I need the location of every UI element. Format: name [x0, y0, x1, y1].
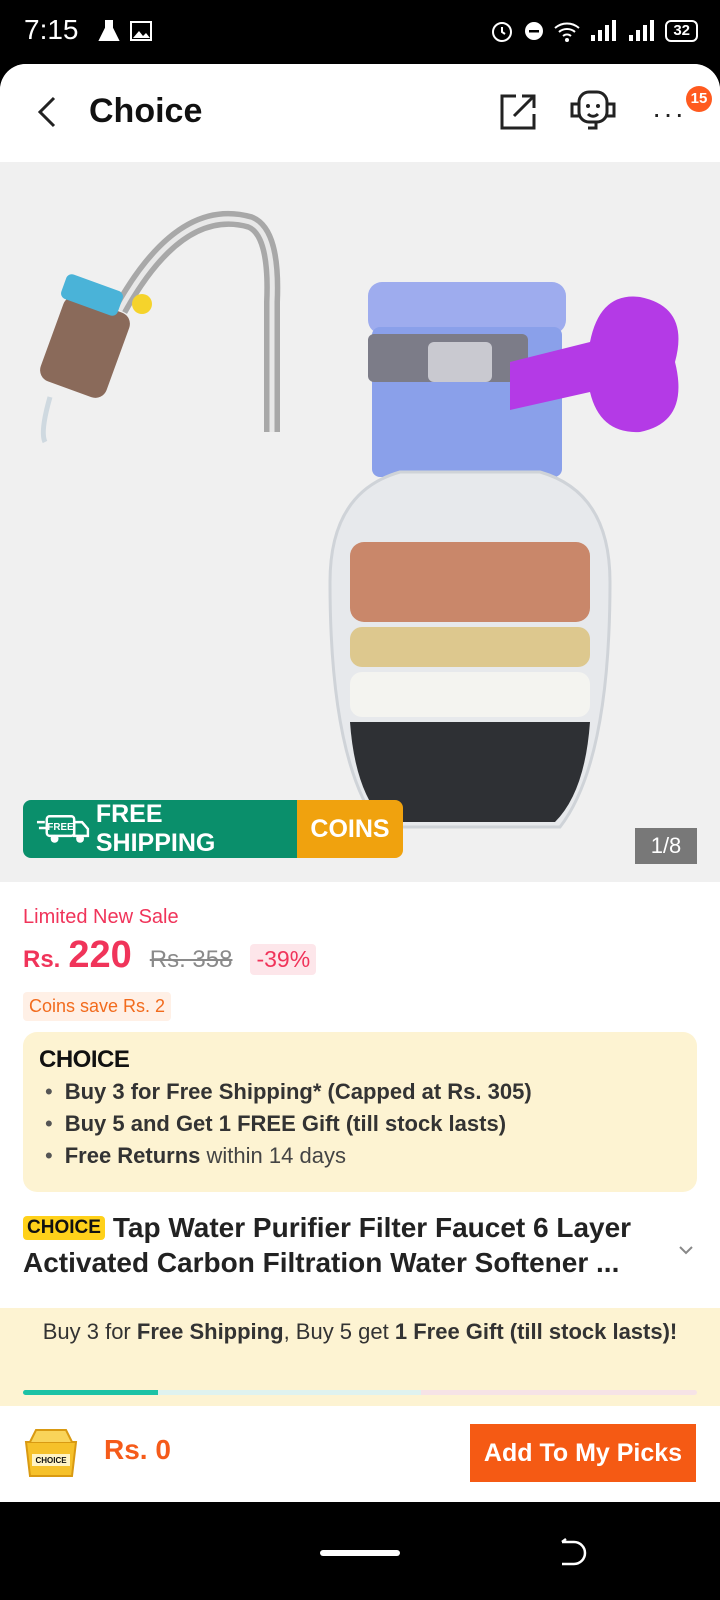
cart-total: Rs. 0 — [104, 1434, 171, 1465]
page-title: Choice — [89, 92, 203, 130]
bottom-action-bar: CHOICE Rs. 0 Add To My Picks — [0, 1406, 720, 1502]
product-title-text: Tap Water Purifier Filter Faucet 6 Layer… — [23, 1212, 632, 1278]
system-nav-bar — [0, 1502, 720, 1600]
status-notification-icons — [96, 18, 154, 44]
notification-badge: 15 — [686, 86, 712, 112]
flask-icon — [98, 20, 120, 41]
cart-choice-label: CHOICE — [35, 1456, 67, 1465]
status-bar: 7:15 32 — [0, 0, 720, 64]
signal-icon-2 — [629, 20, 655, 41]
free-tag-text: FREE — [47, 822, 74, 833]
product-image-carousel[interactable]: FREE FREE SHIPPING COINS 1/8 — [0, 162, 720, 882]
wifi-icon — [554, 22, 580, 42]
benefit-free-returns: Free Returns within 14 days — [45, 1140, 532, 1172]
signal-icon-1 — [591, 20, 617, 41]
top-app-bar: Choice ··· 15 — [0, 64, 720, 162]
choice-tag: CHOICE — [23, 1216, 105, 1240]
product-title: CHOICE Tap Water Purifier Filter Faucet 6… — [23, 1210, 663, 1280]
image-icon — [130, 21, 152, 41]
promo-text: Buy 3 for Free Shipping, Buy 5 get 1 Fre… — [42, 1319, 678, 1344]
share-icon[interactable] — [496, 90, 540, 134]
choice-cart-icon[interactable]: CHOICE — [22, 1426, 80, 1482]
alarm-icon — [492, 22, 513, 42]
promo-progress-bar — [23, 1390, 697, 1395]
product-image — [40, 210, 679, 829]
benefit-free-shipping: Buy 3 for Free Shipping* (Capped at Rs. … — [45, 1076, 532, 1108]
benefit-free-gift: Buy 5 and Get 1 FREE Gift (till stock la… — [45, 1108, 532, 1140]
app-screen: Choice ··· 15 FREE FREE SHIPPING COINS 1… — [0, 64, 720, 1502]
customer-service-icon[interactable] — [566, 86, 620, 136]
status-time: 7:15 — [24, 14, 79, 45]
chevron-down-icon[interactable] — [676, 1240, 696, 1260]
home-gesture-pill[interactable] — [320, 1550, 400, 1556]
discount-badge: -39% — [250, 944, 317, 975]
progress-fill — [23, 1390, 158, 1395]
battery-indicator: 32 — [665, 20, 698, 42]
delivery-truck-icon: FREE — [36, 815, 90, 843]
price-row: Rs. 220 Rs. 358 -39% — [23, 934, 317, 977]
sale-label: Limited New Sale — [23, 906, 179, 928]
free-shipping-text: FREE SHIPPING — [95, 800, 216, 857]
original-price: Rs. 358 — [149, 946, 233, 973]
coins-save-badge: Coins save Rs. 2 — [23, 992, 172, 1021]
image-counter: 1/8 — [635, 828, 697, 864]
back-gesture-icon[interactable] — [556, 1536, 590, 1570]
add-to-my-picks-button[interactable]: Add To My Picks — [470, 1424, 696, 1482]
coins-badge: COINS — [297, 800, 403, 858]
choice-logo: CHOICE — [39, 1046, 130, 1073]
current-price: 220 — [68, 934, 132, 976]
free-shipping-coins-banner: FREE FREE SHIPPING COINS — [23, 800, 403, 858]
status-system-icons: 32 — [489, 18, 698, 44]
choice-benefits-list: Buy 3 for Free Shipping* (Capped at Rs. … — [45, 1076, 532, 1172]
price-currency: Rs. — [23, 946, 61, 973]
choice-benefits-card[interactable]: CHOICE Buy 3 for Free Shipping* (Capped … — [23, 1032, 697, 1192]
back-arrow-icon[interactable] — [28, 92, 68, 132]
free-shipping-badge: FREE FREE SHIPPING — [23, 800, 297, 858]
dnd-icon — [525, 22, 544, 40]
